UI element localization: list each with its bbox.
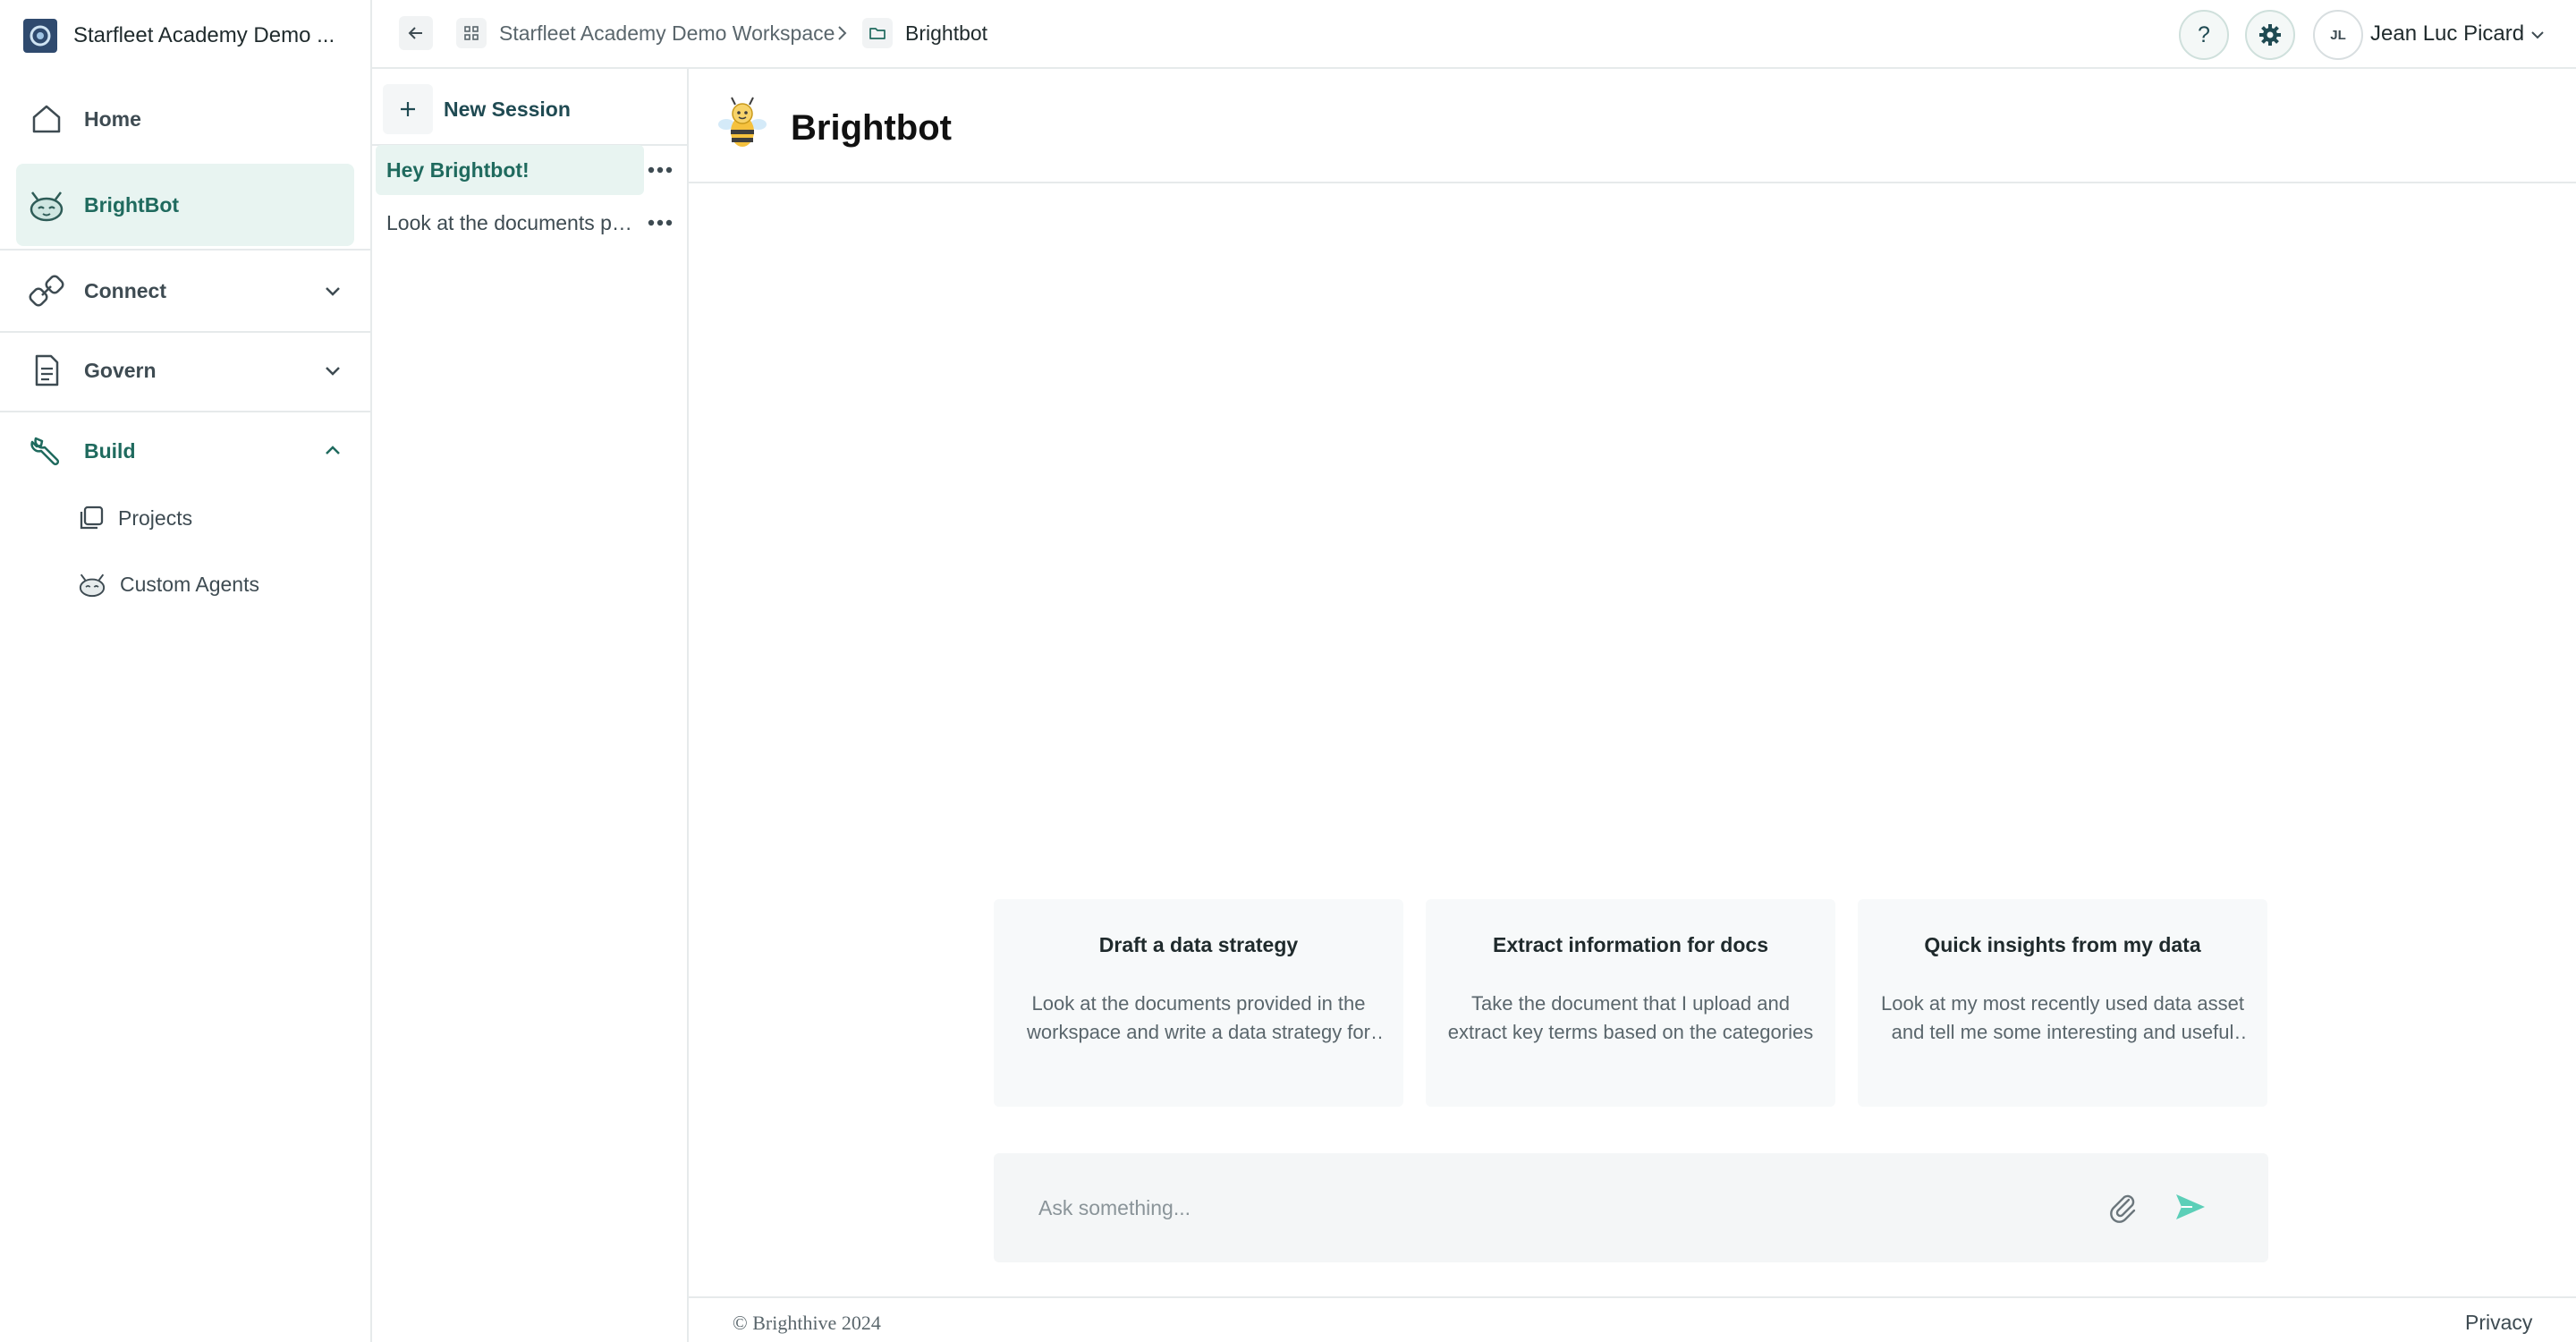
grid-icon [456,18,487,48]
breadcrumb-current[interactable]: Brightbot [862,16,987,50]
help-icon: ? [2198,21,2210,47]
breadcrumb-workspace[interactable]: Starfleet Academy Demo Workspace [456,16,835,50]
robot-icon [77,569,107,599]
suggestion-title: Draft a data strategy [1098,933,1299,956]
nav-govern[interactable]: Govern [16,329,354,412]
page-header: Brightbot [689,69,2576,183]
topbar: Starfleet Academy Demo Workspace Brightb… [372,0,2576,69]
home-icon [25,98,68,140]
arrow-left-icon [406,23,426,43]
nav-brightbot-label: BrightBot [84,192,180,217]
suggestion-card[interactable]: Quick insights from my data Look at my m… [1858,899,2267,1107]
nav-custom-agents-label: Custom Agents [120,572,259,596]
new-session-label: New Session [444,97,571,121]
session-item[interactable]: Look at the documents provided in the wo… [372,198,687,248]
suggestion-description: Take the document that I upload and extr… [1447,992,1814,1043]
help-button[interactable]: ? [2179,10,2229,60]
projects-icon [77,504,106,532]
ask-box [994,1153,2268,1262]
nav-govern-label: Govern [84,358,157,382]
avatar[interactable]: JL [2313,10,2363,60]
chevron-down-icon [320,278,345,303]
breadcrumb-workspace-label: Starfleet Academy Demo Workspace [499,21,835,45]
settings-button[interactable] [2245,10,2295,60]
sessions-panel: New Session Hey Brightbot! Look at the d… [372,69,689,1342]
suggestion-title: Extract information for docs [1493,933,1768,956]
sidebar: Starfleet Academy Demo ... Home BrightBo… [0,0,372,1342]
nav-home[interactable]: Home [16,78,354,160]
nav-projects[interactable]: Projects [77,500,192,536]
nav-projects-label: Projects [118,505,193,530]
suggestion-title: Quick insights from my data [1924,933,2201,956]
paperclip-icon[interactable] [2105,1189,2140,1225]
nav-brightbot[interactable]: BrightBot [16,164,354,246]
more-horizontal-icon[interactable] [644,157,676,183]
breadcrumb-current-label: Brightbot [905,21,988,45]
suggestion-description: Look at my most recently used data asset… [1881,992,2244,1043]
chevron-right-icon [832,23,852,43]
workspace-logo-icon [23,19,57,53]
link-icon [25,269,68,312]
user-name[interactable]: Jean Luc Picard [2370,21,2524,47]
suggestion-card[interactable]: Draft a data strategy Look at the docume… [994,899,1403,1107]
nav-build[interactable]: Build [16,410,354,492]
document-icon [25,349,68,392]
more-horizontal-icon[interactable] [644,210,676,235]
send-icon[interactable] [2173,1189,2208,1225]
page-title: Brightbot [791,108,952,148]
gear-icon [2258,22,2283,47]
back-button[interactable] [399,16,433,50]
robot-icon [25,183,68,226]
footer-divider [689,1296,2576,1298]
nav-custom-agents[interactable]: Custom Agents [77,566,259,602]
ask-input[interactable] [1037,1187,2021,1228]
folder-icon [862,18,893,48]
suggestion-description: Look at the documents provided in the wo… [1027,992,1370,1043]
nav-home-label: Home [84,106,141,131]
plus-icon [383,84,433,134]
bee-icon [717,96,767,149]
privacy-link[interactable]: Privacy [2465,1311,2532,1335]
workspace-name: Starfleet Academy Demo ... [73,23,335,47]
nav-connect[interactable]: Connect [16,250,354,332]
session-item[interactable]: Hey Brightbot! [372,145,687,195]
nav-connect-label: Connect [84,278,166,302]
new-session-button[interactable]: New Session [383,81,571,137]
session-item-label: Look at the documents provided in the wo… [386,210,637,234]
session-item-label: Hey Brightbot! [386,157,530,182]
workspace-switcher[interactable]: Starfleet Academy Demo ... [23,18,335,54]
chevron-down-icon[interactable] [2528,25,2547,45]
suggestion-card[interactable]: Extract information for docs Take the do… [1426,899,1835,1107]
chevron-up-icon [320,438,345,463]
nav-build-label: Build [84,438,136,463]
copyright: © Brighthive 2024 [733,1312,881,1334]
wrench-icon [25,429,68,472]
chevron-down-icon [320,358,345,383]
